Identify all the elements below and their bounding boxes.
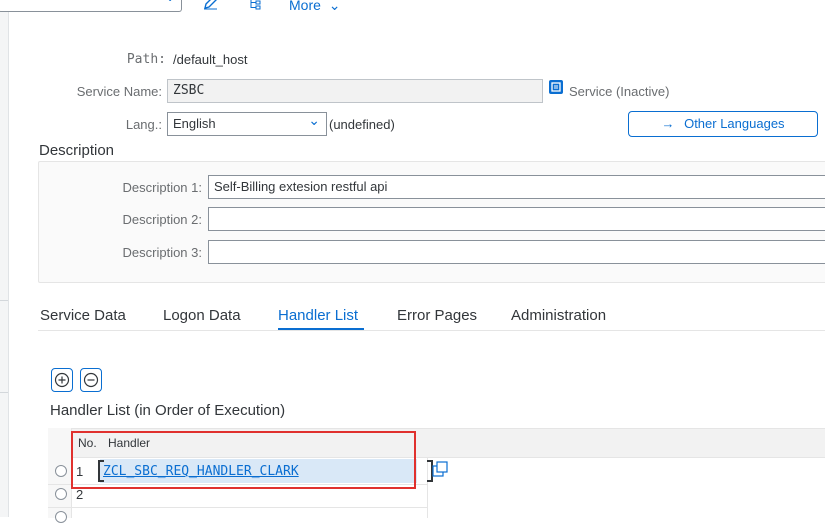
chevron-down-icon: ⌄ <box>164 0 176 5</box>
left-gutter <box>0 0 9 517</box>
row-divider <box>48 507 428 508</box>
tab-handler-list[interactable]: Handler List <box>278 307 358 324</box>
row-number: 2 <box>76 487 84 502</box>
value-help-icon[interactable] <box>549 80 563 94</box>
row-select-radio[interactable] <box>55 511 67 523</box>
tab-service-data[interactable]: Service Data <box>40 307 126 324</box>
more-label: More <box>289 0 321 13</box>
gutter-divider <box>0 300 8 301</box>
remove-icon <box>83 372 99 388</box>
description-3-field[interactable] <box>208 240 825 264</box>
description-1-field[interactable]: Self-Billing extesion restful api <box>208 175 825 199</box>
toolbar-dropdown[interactable]: ⌄ <box>0 0 182 12</box>
other-languages-button[interactable]: → Other Languages <box>628 111 818 137</box>
pencil-icon[interactable] <box>203 0 219 13</box>
gutter-divider <box>0 392 8 393</box>
remove-row-button[interactable] <box>80 368 102 392</box>
service-name-field[interactable]: ZSBC <box>167 79 543 103</box>
add-icon <box>54 372 70 388</box>
description-1-label: Description 1: <box>122 180 202 195</box>
hierarchy-icon[interactable] <box>248 0 262 13</box>
expand-icon[interactable] <box>431 461 449 482</box>
add-row-button[interactable] <box>51 368 73 392</box>
more-menu[interactable]: More ⌄ <box>289 0 341 14</box>
tab-error-pages[interactable]: Error Pages <box>397 307 477 324</box>
language-note: (undefined) <box>329 117 395 132</box>
handler-list-title: Handler List (in Order of Execution) <box>50 402 286 419</box>
path-value: /default_host <box>173 52 248 67</box>
language-select[interactable]: English ⌄ <box>167 112 327 136</box>
highlight-box <box>71 431 416 489</box>
tab-bar-divider <box>38 330 825 331</box>
chevron-down-icon: ⌄ <box>328 0 341 13</box>
chevron-down-icon: ⌄ <box>308 112 320 128</box>
language-value: English <box>173 116 216 131</box>
other-languages-label: Other Languages <box>684 116 785 131</box>
lang-label: Lang.: <box>125 117 162 132</box>
description-2-label: Description 2: <box>122 212 202 227</box>
row-select-radio[interactable] <box>55 465 67 477</box>
description-2-field[interactable] <box>208 207 825 231</box>
service-status: Service (Inactive) <box>569 84 670 99</box>
active-tab-indicator <box>278 328 364 330</box>
row-select-radio[interactable] <box>55 488 67 500</box>
description-title: Description <box>39 142 115 159</box>
path-label: Path: <box>126 52 166 67</box>
description-3-label: Description 3: <box>122 245 202 260</box>
tab-administration[interactable]: Administration <box>511 307 606 324</box>
tab-logon-data[interactable]: Logon Data <box>163 307 241 324</box>
service-name-label: Service Name: <box>76 84 162 99</box>
arrow-right-icon: → <box>661 116 675 131</box>
